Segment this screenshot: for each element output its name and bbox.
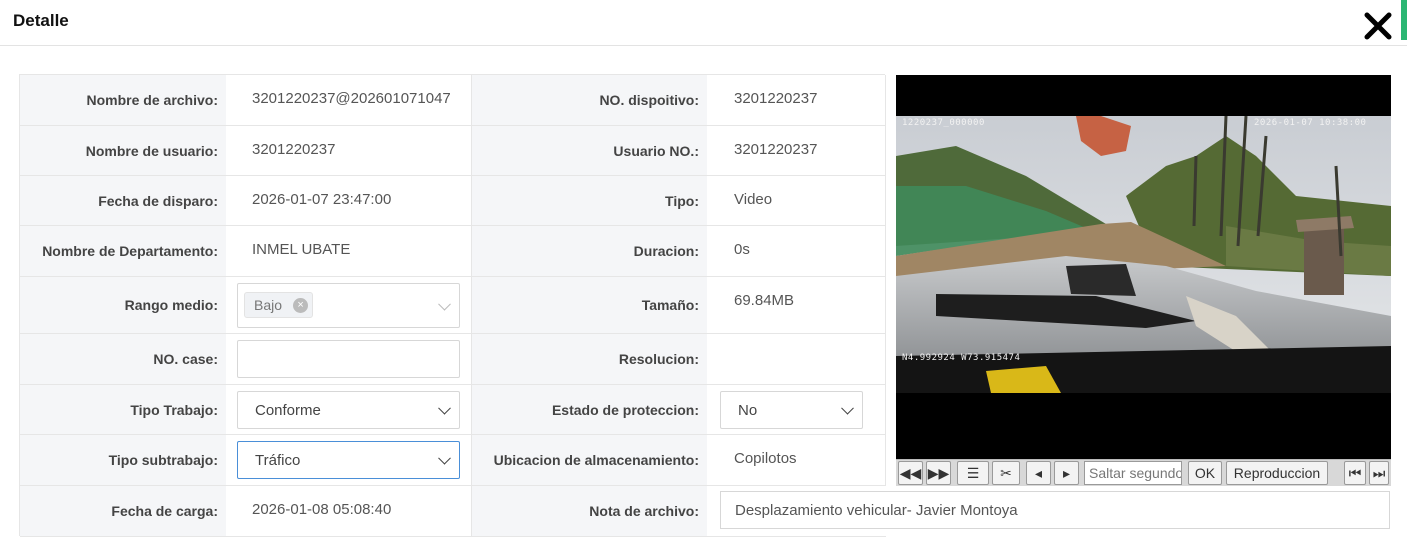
list-icon: ☰: [966, 464, 980, 481]
skip-start-button[interactable]: ⏮: [1344, 461, 1366, 485]
chevron-down-icon: [438, 297, 451, 311]
no-case-input[interactable]: [237, 340, 460, 378]
value-nombre-archivo: 3201220237@202601071047: [252, 90, 451, 107]
skip-end-button[interactable]: ⏭: [1369, 461, 1389, 485]
value-fecha-disparo: 2026-01-07 23:47:00: [252, 191, 392, 208]
detail-grid: Nombre de archivo: 3201220237@2026010710…: [19, 74, 886, 537]
video-frame: [896, 116, 1391, 393]
label-nota-archivo: Nota de archivo:: [472, 486, 707, 536]
dialog-title: Detalle: [13, 11, 69, 30]
prev-frame-icon: ◂: [1034, 464, 1043, 481]
close-icon: [1364, 12, 1392, 40]
fast-forward-button[interactable]: ▶▶: [926, 461, 951, 485]
prev-frame-button[interactable]: ◂: [1026, 461, 1051, 485]
cut-button[interactable]: ✂: [992, 461, 1020, 485]
next-frame-icon: ▸: [1062, 464, 1071, 481]
ok-button[interactable]: OK: [1188, 461, 1222, 485]
accent-bar: [1401, 0, 1407, 40]
osd-gps: N4.992924 W73.915474: [902, 353, 1021, 363]
skip-end-icon: ⏭: [1372, 464, 1386, 481]
label-nombre-usuario: Nombre de usuario:: [20, 126, 226, 175]
label-nombre-archivo: Nombre de archivo:: [20, 75, 226, 125]
row-no-case: NO. case: Resolucion:: [20, 334, 886, 385]
label-tamano: Tamaño:: [472, 277, 707, 333]
label-tipo-subtrabajo: Tipo subtrabajo:: [20, 435, 226, 485]
skip-start-icon: ⏮: [1348, 464, 1362, 481]
row-nombre-archivo: Nombre de archivo: 3201220237@2026010710…: [20, 75, 886, 126]
chevron-down-icon: [438, 401, 451, 415]
tipo-trabajo-select[interactable]: Conforme: [237, 391, 460, 429]
label-tipo-trabajo: Tipo Trabajo:: [20, 385, 226, 434]
estado-proteccion-select[interactable]: No: [720, 391, 863, 429]
rango-medio-tag: Bajo ×: [244, 292, 314, 318]
tipo-subtrabajo-value: Tráfico: [255, 451, 301, 469]
rango-medio-tag-label: Bajo: [254, 297, 283, 313]
label-tipo: Tipo:: [472, 176, 707, 225]
label-duracion: Duracion:: [472, 226, 707, 276]
clear-tag-icon[interactable]: ×: [293, 298, 309, 313]
label-ubicacion: Ubicacion de almacenamiento:: [472, 435, 707, 485]
label-fecha-carga: Fecha de carga:: [20, 486, 226, 536]
label-usuario-no: Usuario NO.:: [472, 126, 707, 175]
row-nombre-usuario: Nombre de usuario: 3201220237 Usuario NO…: [20, 126, 886, 176]
video-player[interactable]: 1220237_000000 2026-01-07 10:38:00 N4.99…: [896, 75, 1391, 459]
value-fecha-carga: 2026-01-08 05:08:40: [252, 501, 392, 518]
value-tamano: 69.84MB: [734, 292, 795, 309]
value-duracion: 0s: [734, 241, 750, 258]
label-no-dispositivo: NO. dispoitivo:: [472, 75, 707, 125]
row-tipo-subtrabajo: Tipo subtrabajo: Tráfico Ubicacion de al…: [20, 435, 886, 486]
dialog-header: Detalle: [0, 0, 1407, 46]
row-fecha-disparo: Fecha de disparo: 2026-01-07 23:47:00 Ti…: [20, 176, 886, 226]
value-usuario-no: 3201220237: [734, 141, 818, 158]
tipo-subtrabajo-select[interactable]: Tráfico: [237, 441, 460, 479]
player-toolbar: ◀◀ ▶▶ ☰ ✂ ◂ ▸ Saltar segundos OK Reprodu…: [896, 459, 1391, 486]
scissors-icon: ✂: [1000, 464, 1012, 481]
value-tipo: Video: [734, 191, 773, 208]
close-button[interactable]: [1362, 10, 1394, 42]
rewind-button[interactable]: ◀◀: [898, 461, 923, 485]
row-rango-medio: Rango medio: Bajo × Tamaño: 69.84MB: [20, 277, 886, 334]
row-tipo-trabajo: Tipo Trabajo: Conforme Estado de protecc…: [20, 385, 886, 435]
label-rango-medio: Rango medio:: [20, 277, 226, 333]
value-ubicacion: Copilotos: [734, 450, 797, 467]
seek-seconds-input[interactable]: Saltar segundos: [1084, 461, 1182, 485]
playback-button[interactable]: Reproduccion: [1226, 461, 1328, 485]
label-fecha-disparo: Fecha de disparo:: [20, 176, 226, 225]
label-estado-proteccion: Estado de proteccion:: [472, 385, 707, 434]
label-resolucion: Resolucion:: [472, 334, 707, 384]
label-departamento: Nombre de Departamento:: [20, 226, 226, 276]
osd-datetime: 2026-01-07 10:38:00: [1254, 118, 1367, 128]
rewind-icon: ◀◀: [899, 464, 922, 481]
next-frame-button[interactable]: ▸: [1054, 461, 1079, 485]
chevron-down-icon: [841, 401, 854, 415]
estado-proteccion-value: No: [738, 401, 758, 419]
tipo-trabajo-value: Conforme: [255, 401, 321, 419]
value-nombre-usuario: 3201220237: [252, 141, 336, 158]
label-no-case: NO. case:: [20, 334, 226, 384]
playlist-button[interactable]: ☰: [957, 461, 989, 485]
value-departamento: INMEL UBATE: [252, 241, 351, 258]
row-departamento: Nombre de Departamento: INMEL UBATE Dura…: [20, 226, 886, 277]
value-no-dispositivo: 3201220237: [734, 90, 818, 107]
osd-file: 1220237_000000: [902, 118, 985, 128]
chevron-down-icon: [438, 451, 451, 465]
rango-medio-select[interactable]: Bajo ×: [237, 283, 460, 328]
fast-forward-icon: ▶▶: [927, 464, 950, 481]
nota-archivo-input[interactable]: Desplazamiento vehicular- Javier Montoya: [720, 491, 1390, 529]
